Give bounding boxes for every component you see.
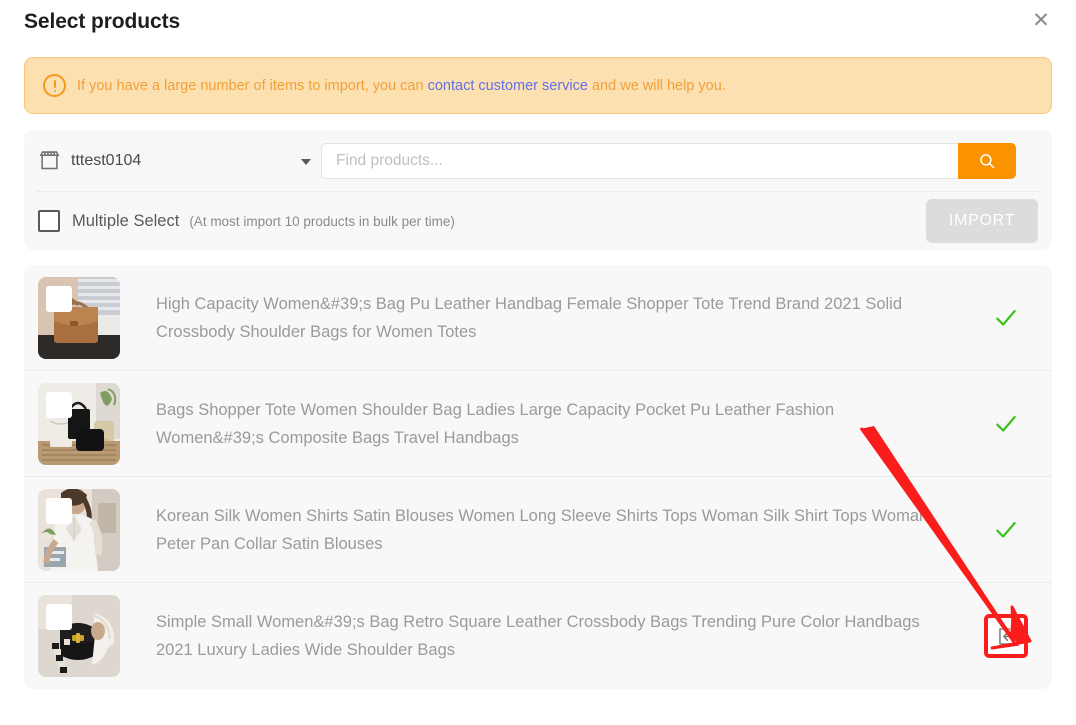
import-arrow-icon bbox=[984, 614, 1028, 658]
product-selected-check[interactable] bbox=[986, 298, 1026, 338]
green-check-icon bbox=[996, 415, 1016, 432]
product-selected-check[interactable] bbox=[986, 510, 1026, 550]
product-list: High Capacity Women&#39;s Bag Pu Leather… bbox=[24, 265, 1052, 689]
product-thumbnail bbox=[38, 276, 120, 359]
alert-text-before: If you have a large number of items to i… bbox=[77, 77, 428, 94]
alert-message: If you have a large number of items to i… bbox=[77, 78, 726, 94]
storefront-icon bbox=[38, 149, 61, 172]
table-row[interactable]: Korean Silk Women Shirts Satin Blouses W… bbox=[24, 477, 1052, 583]
import-button[interactable]: IMPORT bbox=[926, 199, 1038, 243]
search-input[interactable] bbox=[321, 142, 958, 179]
multiple-select-label: Multiple Select bbox=[72, 211, 180, 230]
product-title: Korean Silk Women Shirts Satin Blouses W… bbox=[156, 506, 929, 553]
table-row[interactable]: Simple Small Women&#39;s Bag Retro Squar… bbox=[24, 583, 1052, 689]
store-selector[interactable]: tttest0104 bbox=[38, 149, 321, 172]
search-button[interactable] bbox=[958, 142, 1016, 179]
product-checkbox[interactable] bbox=[46, 497, 72, 524]
product-selected-check[interactable] bbox=[986, 404, 1026, 444]
multiple-select-checkbox[interactable] bbox=[38, 210, 60, 232]
table-row[interactable]: Bags Shopper Tote Women Shoulder Bag Lad… bbox=[24, 371, 1052, 477]
product-thumbnail bbox=[38, 382, 120, 465]
info-alert: If you have a large number of items to i… bbox=[24, 57, 1052, 114]
search-icon bbox=[978, 152, 996, 170]
product-title: Simple Small Women&#39;s Bag Retro Squar… bbox=[156, 613, 920, 659]
toolbar-bottom-row: Multiple Select (At most import 10 produ… bbox=[36, 192, 1040, 250]
product-thumbnail bbox=[38, 595, 120, 677]
alert-text-after: and we will help you. bbox=[587, 77, 726, 94]
select-products-modal: Select products ✕ If you have a large nu… bbox=[0, 0, 1076, 725]
product-checkbox[interactable] bbox=[46, 391, 72, 418]
chevron-down-icon[interactable] bbox=[301, 158, 311, 165]
search-toolbar: tttest0104 Multiple Select (At mos bbox=[24, 130, 1052, 250]
product-thumbnail bbox=[38, 488, 120, 571]
green-check-icon bbox=[996, 521, 1016, 538]
modal-header: Select products bbox=[0, 0, 1076, 44]
product-checkbox[interactable] bbox=[46, 604, 72, 630]
product-title: Bags Shopper Tote Women Shoulder Bag Lad… bbox=[156, 400, 835, 447]
product-title: High Capacity Women&#39;s Bag Pu Leather… bbox=[156, 294, 903, 341]
page-title: Select products bbox=[24, 10, 181, 33]
toolbar-top-row: tttest0104 bbox=[36, 130, 1040, 192]
multiple-select-hint: (At most import 10 products in bulk per … bbox=[189, 213, 455, 229]
contact-customer-service-link[interactable]: contact customer service bbox=[428, 78, 588, 94]
close-icon[interactable]: ✕ bbox=[1028, 7, 1054, 33]
product-search bbox=[321, 142, 1016, 179]
product-import-button[interactable] bbox=[984, 614, 1028, 658]
green-check-icon bbox=[996, 309, 1016, 326]
product-checkbox[interactable] bbox=[46, 285, 72, 312]
exclamation-circle-icon bbox=[43, 74, 66, 97]
table-row[interactable]: High Capacity Women&#39;s Bag Pu Leather… bbox=[24, 265, 1052, 371]
store-name-label: tttest0104 bbox=[71, 151, 142, 169]
